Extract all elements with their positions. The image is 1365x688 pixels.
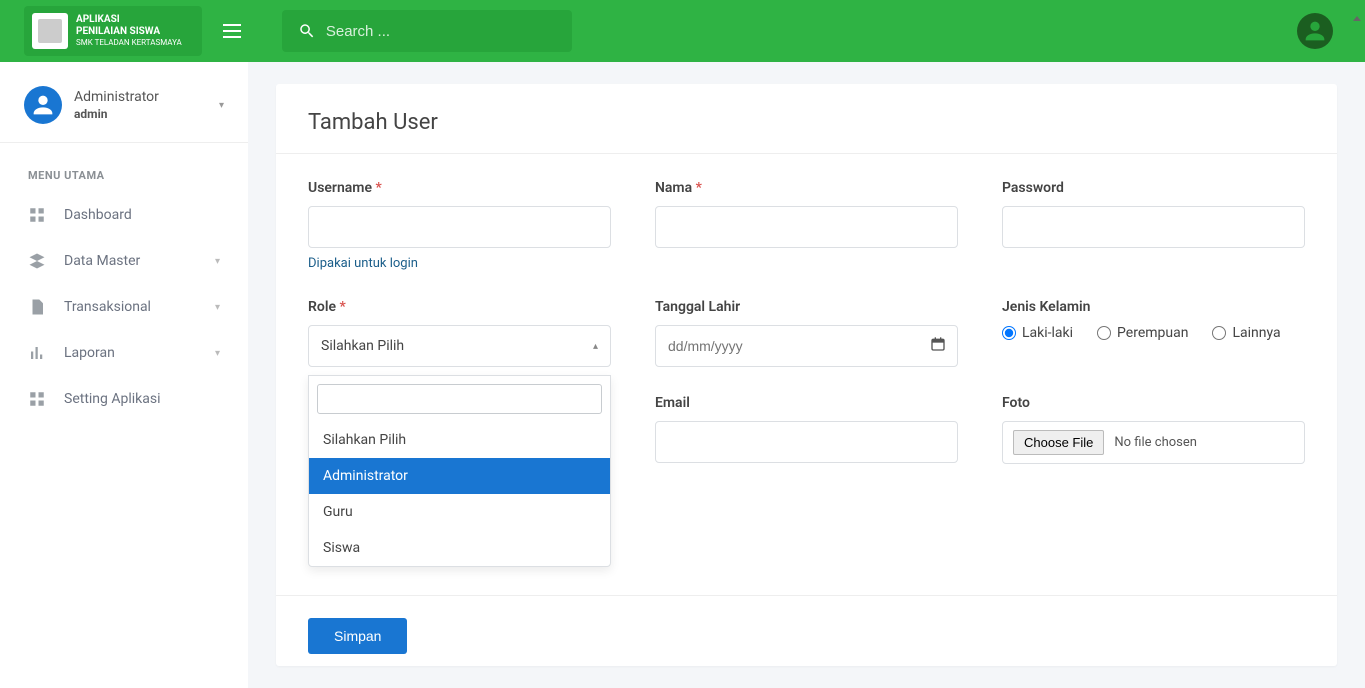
role-selected: Silahkan Pilih	[321, 338, 404, 354]
sidebar-item-laporan[interactable]: Laporan ▾	[0, 330, 248, 376]
email-label: Email	[655, 395, 958, 411]
jk-radio[interactable]	[1002, 326, 1016, 340]
sidebar-item-label: Data Master	[64, 253, 140, 269]
nama-input[interactable]	[655, 206, 958, 248]
chevron-down-icon: ▾	[219, 100, 224, 111]
sidebar: Administrator admin ▾ MENU UTAMA Dashboa…	[0, 62, 248, 688]
username-hint: Dipakai untuk login	[308, 256, 611, 271]
jk-radio[interactable]	[1212, 326, 1226, 340]
submit-button[interactable]: Simpan	[308, 618, 407, 654]
foto-choose-button[interactable]: Choose File	[1013, 430, 1104, 455]
calendar-icon[interactable]	[930, 336, 946, 356]
password-input[interactable]	[1002, 206, 1305, 248]
sidebar-item-label: Setting Aplikasi	[64, 391, 161, 407]
grid-icon	[28, 206, 46, 224]
jk-radio-item[interactable]: Perempuan	[1097, 325, 1188, 341]
chevron-up-icon: ▴	[593, 341, 598, 352]
stack-icon	[28, 252, 46, 270]
jk-radio-label: Laki-laki	[1022, 325, 1073, 341]
username-input[interactable]	[308, 206, 611, 248]
sidebar-user-avatar	[24, 86, 62, 124]
sidebar-item-label: Laporan	[64, 345, 115, 361]
brand-logo-icon	[32, 13, 68, 49]
brand-line2: PENILAIAN SISWA	[76, 26, 182, 38]
role-label: Role *	[308, 299, 611, 315]
chevron-down-icon: ▾	[215, 256, 220, 267]
chevron-down-icon: ▾	[215, 302, 220, 313]
user-avatar-top[interactable]	[1297, 13, 1333, 49]
chart-icon	[28, 344, 46, 362]
jk-radio-item[interactable]: Lainnya	[1212, 325, 1280, 341]
user-icon	[1301, 17, 1329, 45]
jk-radio[interactable]	[1097, 326, 1111, 340]
hamburger-icon	[220, 19, 244, 43]
sidebar-user-toggle[interactable]: Administrator admin ▾	[0, 74, 248, 143]
sidebar-toggle[interactable]	[202, 19, 262, 43]
search-box[interactable]	[282, 10, 572, 52]
sidebar-user-name: Administrator	[74, 89, 159, 105]
brand-line1: APLIKASI	[76, 14, 182, 26]
sidebar-item-label: Transaksional	[64, 299, 151, 315]
role-option[interactable]: Administrator	[309, 458, 610, 494]
tgl-label: Tanggal Lahir	[655, 299, 958, 315]
role-dropdown: Silahkan PilihAdministratorGuruSiswa	[308, 375, 611, 567]
tgl-input[interactable]	[655, 325, 958, 367]
password-label: Password	[1002, 180, 1305, 196]
jk-radio-item[interactable]: Laki-laki	[1002, 325, 1073, 341]
chevron-down-icon: ▾	[215, 348, 220, 359]
username-label: Username *	[308, 180, 611, 196]
search-icon	[298, 21, 316, 41]
page-title: Tambah User	[276, 84, 1337, 154]
foto-file-wrap: Choose File No file chosen	[1002, 421, 1305, 464]
brand-logo: APLIKASI PENILAIAN SISWA SMK TELADAN KER…	[24, 6, 202, 56]
jk-label: Jenis Kelamin	[1002, 299, 1305, 315]
file-icon	[28, 298, 46, 316]
role-dropdown-search[interactable]	[317, 384, 602, 414]
brand-line3: SMK TELADAN KERTASMAYA	[76, 38, 182, 48]
jk-radio-label: Lainnya	[1232, 325, 1280, 341]
sidebar-item-data-master[interactable]: Data Master ▾	[0, 238, 248, 284]
search-input[interactable]	[326, 23, 556, 40]
role-select[interactable]: Silahkan Pilih ▴	[308, 325, 611, 367]
sidebar-item-dashboard[interactable]: Dashboard	[0, 192, 248, 238]
grid-icon	[28, 390, 46, 408]
role-option[interactable]: Silahkan Pilih	[309, 422, 610, 458]
role-option[interactable]: Guru	[309, 494, 610, 530]
foto-file-status: No file chosen	[1114, 435, 1197, 450]
nama-label: Nama *	[655, 180, 958, 196]
sidebar-item-label: Dashboard	[64, 207, 132, 223]
sidebar-item-setting-aplikasi[interactable]: Setting Aplikasi	[0, 376, 248, 422]
email-input[interactable]	[655, 421, 958, 463]
foto-label: Foto	[1002, 395, 1305, 411]
scroll-up-icon[interactable]	[1351, 8, 1363, 30]
user-icon	[29, 91, 57, 119]
menu-heading: MENU UTAMA	[0, 143, 248, 192]
jk-radio-label: Perempuan	[1117, 325, 1188, 341]
sidebar-item-transaksional[interactable]: Transaksional ▾	[0, 284, 248, 330]
sidebar-user-role: admin	[74, 107, 159, 121]
role-option[interactable]: Siswa	[309, 530, 610, 566]
